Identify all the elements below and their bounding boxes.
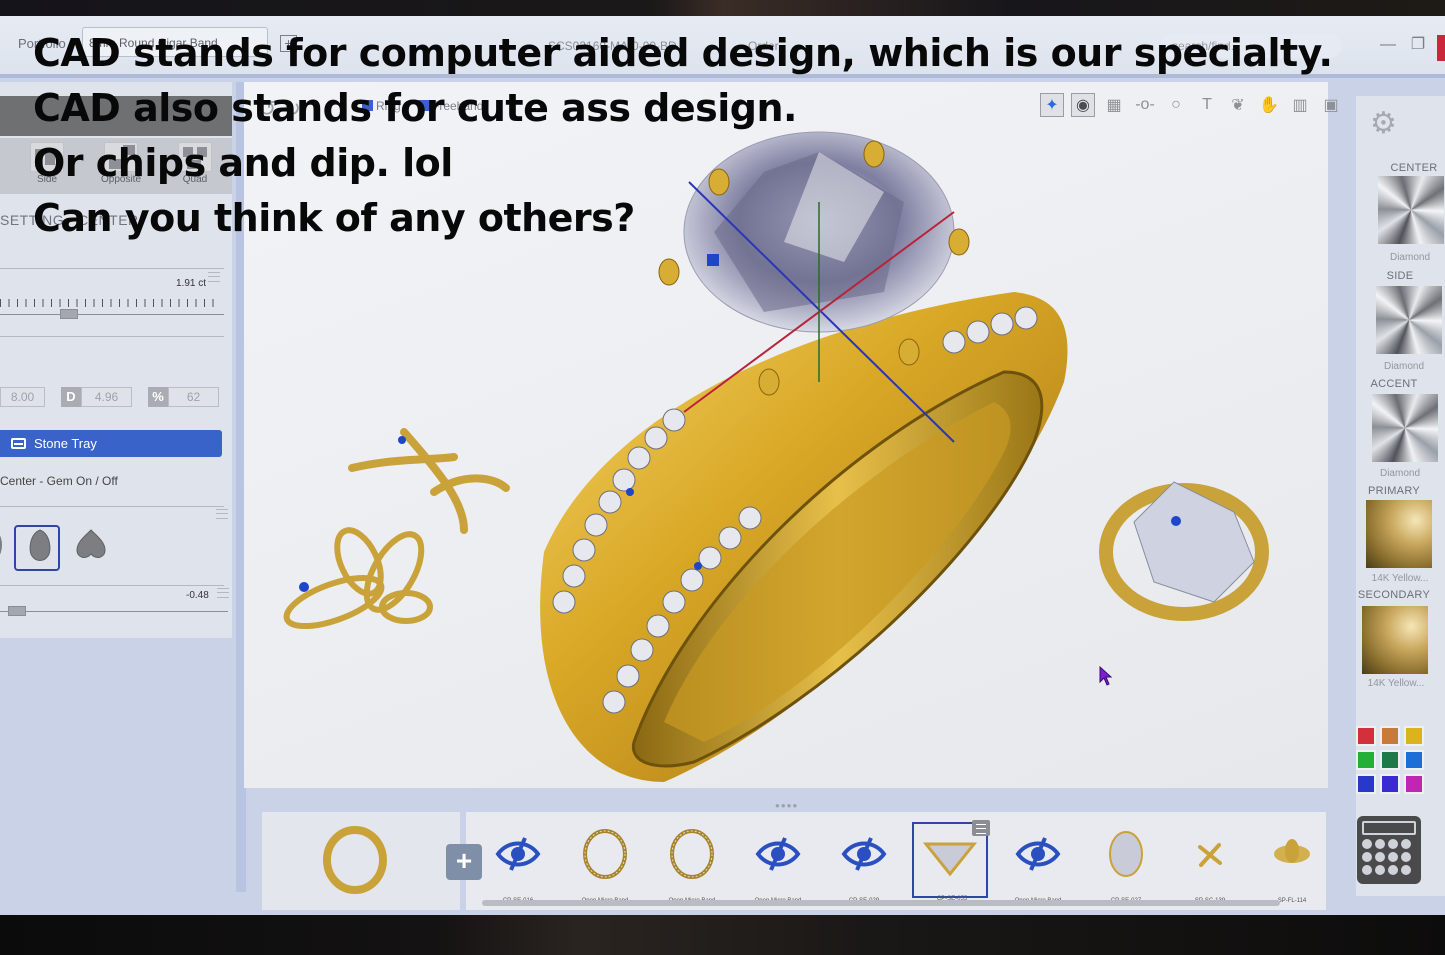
color-swatch[interactable] <box>1356 774 1376 794</box>
divider <box>0 585 224 586</box>
ring-render <box>283 131 1269 782</box>
primary-material-swatch[interactable] <box>1366 500 1432 568</box>
tray-item[interactable]: Open Micro Band <box>740 822 816 904</box>
3d-viewport[interactable] <box>244 82 1328 788</box>
size-slider-ticks <box>0 299 220 307</box>
center-material-swatch[interactable] <box>1378 176 1444 244</box>
gem-toggle-label[interactable]: Center - Gem On / Off <box>0 474 118 488</box>
axis-gizmo-icon[interactable]: ✦ <box>1040 93 1064 117</box>
depth-tag: D <box>61 387 81 407</box>
ornament-flower <box>283 527 433 630</box>
viewport-toolbar: ✦ ◉ ▦ -o- ○ T ❦ ✋ ▥ ▣ <box>1040 93 1343 117</box>
mouse-cursor <box>1099 666 1113 686</box>
hidden-eye-icon <box>495 837 541 871</box>
minimize-button[interactable]: — <box>1378 36 1398 56</box>
tray-scrollbar[interactable] <box>482 900 1280 906</box>
color-swatch[interactable] <box>1380 750 1400 770</box>
depth-field[interactable]: 4.96 <box>81 387 132 407</box>
color-swatch[interactable] <box>1356 726 1376 746</box>
setting-thumbnail <box>922 842 978 877</box>
percent-field[interactable]: 62 <box>168 387 219 407</box>
calculator-icon <box>1362 821 1416 835</box>
minimize-icon: — <box>1380 36 1396 53</box>
gem-thumbnail <box>1109 831 1143 877</box>
secondary-material-swatch[interactable] <box>1362 606 1428 674</box>
slider-node-icon[interactable]: -o- <box>1133 93 1157 117</box>
gear-icon[interactable]: ⚙ <box>1370 106 1397 141</box>
ornament-x <box>348 428 510 534</box>
base-band-thumbnail <box>323 826 387 894</box>
color-swatch[interactable] <box>1404 726 1424 746</box>
caption-line-1: CAD stands for computer aided design, wh… <box>33 31 1333 75</box>
color-swatch[interactable] <box>1356 750 1376 770</box>
shape-heart[interactable] <box>74 528 108 562</box>
color-swatch[interactable] <box>1380 726 1400 746</box>
item-menu-icon[interactable] <box>972 820 990 836</box>
finger-icon[interactable]: ❦ <box>1226 93 1250 117</box>
menu-icon[interactable] <box>208 272 220 282</box>
ornament-thumbnail <box>1198 843 1222 867</box>
tray-item[interactable]: Open Micro Band <box>654 822 730 904</box>
calculator-button[interactable] <box>1357 816 1421 884</box>
shape-pear[interactable] <box>26 528 54 564</box>
tray-item[interactable]: CP-SE-029 <box>826 822 902 904</box>
monitor-bezel-bottom <box>0 915 1445 955</box>
stone-tray-button[interactable]: Stone Tray <box>0 430 222 457</box>
color-palette <box>1356 726 1424 794</box>
offset-value: -0.48 <box>186 590 209 601</box>
base-band-slot[interactable] <box>262 812 460 910</box>
portrait-icon[interactable]: ▣ <box>1319 93 1343 117</box>
add-component-button[interactable]: + <box>446 844 482 880</box>
mandrel-icon[interactable]: T <box>1195 93 1219 117</box>
plus-icon: + <box>455 845 473 876</box>
close-button[interactable] <box>1437 35 1445 61</box>
size-field[interactable]: 8.00 <box>0 387 45 407</box>
offset-slider-thumb[interactable] <box>8 606 26 616</box>
divider <box>0 336 224 337</box>
side-material-swatch[interactable] <box>1376 286 1442 354</box>
color-swatch[interactable] <box>1380 774 1400 794</box>
carat-weight: 1.91 ct <box>176 278 207 289</box>
grid-icon[interactable]: ▦ <box>1102 93 1126 117</box>
shape-round[interactable] <box>0 528 6 562</box>
size-slider-thumb[interactable] <box>60 309 78 319</box>
accent-material-swatch[interactable] <box>1372 394 1438 462</box>
tray-icon <box>11 438 26 449</box>
tray-item[interactable]: CP-SE-027 <box>1088 822 1164 904</box>
caption-line-4: Can you think of any others? <box>33 196 635 240</box>
side-ring-preview <box>1099 481 1269 621</box>
ornament-thumbnail <box>1274 839 1310 863</box>
menu-icon[interactable] <box>216 509 228 519</box>
color-swatch[interactable] <box>1404 750 1424 770</box>
tray-item[interactable]: SP-SC-139 <box>1172 822 1248 904</box>
menu-icon[interactable] <box>217 588 229 598</box>
divider <box>0 268 224 269</box>
globe-icon[interactable]: ◉ <box>1071 93 1095 117</box>
tray-item[interactable]: Open Micro Band <box>567 822 643 904</box>
restore-button[interactable]: ❐ <box>1408 36 1428 56</box>
restore-icon: ❐ <box>1410 36 1426 53</box>
hidden-eye-icon <box>755 837 801 871</box>
chart-icon[interactable]: ▥ <box>1288 93 1312 117</box>
main-ring <box>540 292 1068 782</box>
tray-item[interactable]: SP-FL-114 <box>1254 822 1330 904</box>
band-thumbnail <box>670 829 714 879</box>
offset-slider-track[interactable] <box>0 611 228 612</box>
tray-item[interactable]: CP-SE-016 <box>480 822 556 904</box>
caption-line-3: Or chips and dip. lol <box>33 141 453 185</box>
size-slider-track[interactable] <box>0 314 224 315</box>
color-swatch[interactable] <box>1404 774 1424 794</box>
cad-app-window: Portfolio 8mm Round Cigar Band + SCS0216… <box>0 16 1445 916</box>
ring-icon[interactable]: ○ <box>1164 93 1188 117</box>
caption-line-2: CAD also stands for cute ass design. <box>33 86 798 130</box>
band-thumbnail <box>583 829 627 879</box>
percent-tag: % <box>148 387 168 407</box>
tray-resize-handle[interactable]: ●●●● <box>775 801 798 810</box>
hand-icon[interactable]: ✋ <box>1257 93 1281 117</box>
tray-item[interactable]: CP-SE-055 <box>912 820 990 902</box>
tray-item[interactable]: Open Micro Band <box>1000 822 1076 904</box>
hidden-eye-icon <box>1015 837 1061 871</box>
divider <box>0 506 224 507</box>
hidden-eye-icon <box>841 837 887 871</box>
